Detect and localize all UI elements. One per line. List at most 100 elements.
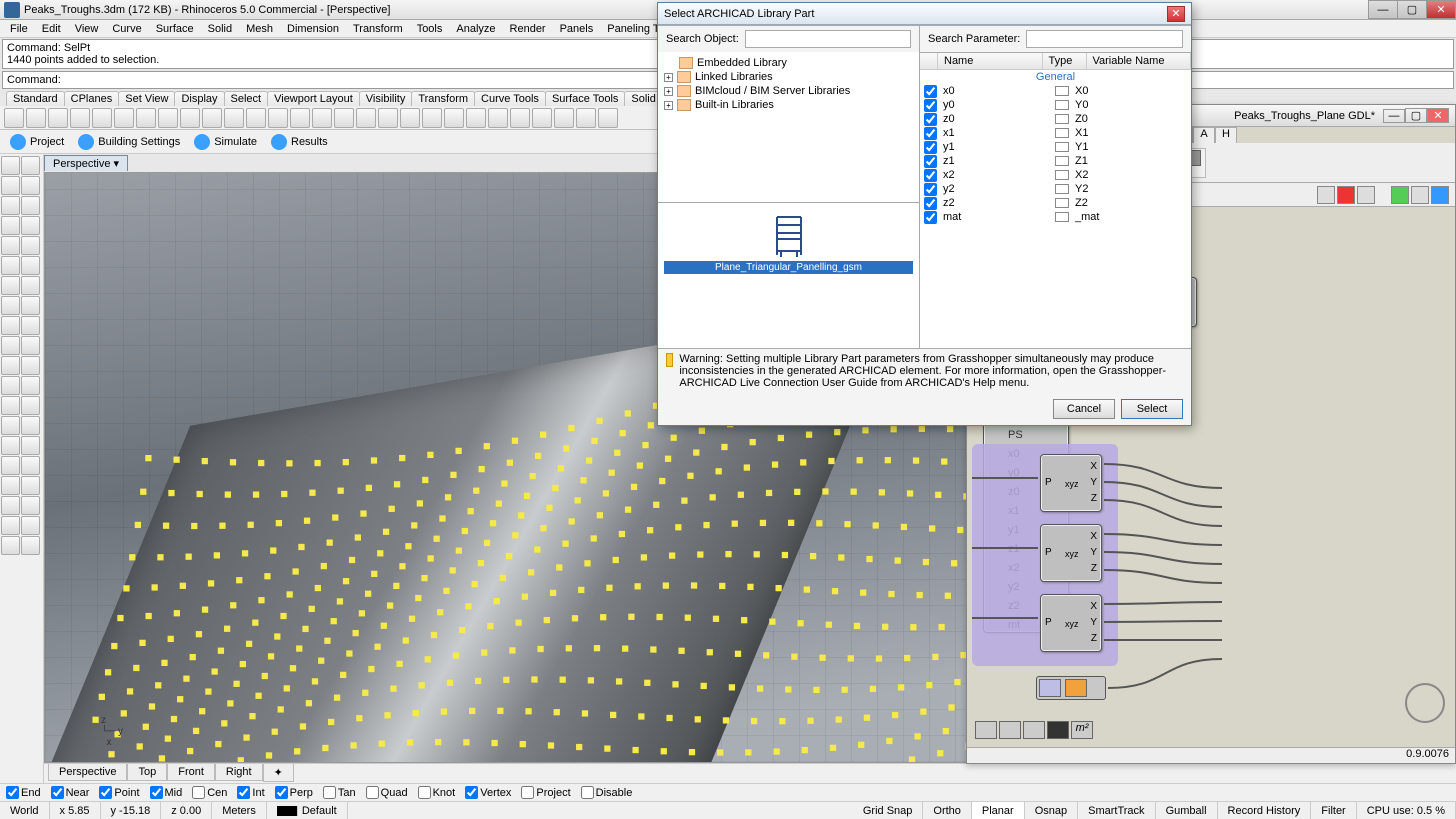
tool-icon[interactable] [21,196,40,215]
param-row[interactable]: y0Y0 [920,98,1191,112]
tool-icon[interactable] [1,396,20,415]
status-toggle[interactable]: CPU use: 0.5 % [1357,802,1456,819]
status-layer[interactable]: Default [267,802,348,819]
select-button[interactable]: Select [1121,399,1183,419]
viewport-tab[interactable]: Perspective ▾ [44,155,128,171]
osnap-mid[interactable]: Mid [150,786,183,799]
toolbar-icon[interactable] [554,108,574,128]
param-row[interactable]: x0X0 [920,84,1191,98]
tree-node[interactable]: +BIMcloud / BIM Server Libraries [664,84,913,98]
menu-view[interactable]: View [69,22,105,36]
param-checkbox[interactable] [924,141,937,154]
filter-tab[interactable]: Visibility [359,91,413,106]
gh-pan-icon[interactable] [999,721,1021,739]
gh-disable-icon[interactable] [1337,186,1355,204]
toolbar-icon[interactable] [356,108,376,128]
osnap-quad[interactable]: Quad [366,786,408,799]
menu-file[interactable]: File [4,22,34,36]
menu-analyze[interactable]: Analyze [450,22,501,36]
tool-icon[interactable] [21,296,40,315]
gh-wire-icon[interactable] [1357,186,1375,204]
archicad-library-dialog[interactable]: Select ARCHICAD Library Part ✕ Search Ob… [657,2,1192,426]
results-button[interactable]: Results [271,134,328,150]
gh-minus-icon[interactable] [1023,721,1045,739]
filter-tab[interactable]: Transform [411,91,475,106]
close-button[interactable]: ✕ [1426,0,1456,19]
toolbar-icon[interactable] [400,108,420,128]
tool-icon[interactable] [1,176,20,195]
status-toggle[interactable]: Filter [1311,802,1356,819]
toolbar-icon[interactable] [246,108,266,128]
tool-icon[interactable] [1,336,20,355]
status-toggle[interactable]: Gumball [1156,802,1218,819]
deconstruct-point-component[interactable]: P xyz X Y Z [1040,594,1102,652]
tool-icon[interactable] [1,256,20,275]
tool-icon[interactable] [21,456,40,475]
menu-transform[interactable]: Transform [347,22,409,36]
toolbar-icon[interactable] [422,108,442,128]
status-toggle[interactable]: Osnap [1025,802,1078,819]
swatch-component[interactable] [1036,676,1106,700]
gh-mesh-icon[interactable] [1411,186,1429,204]
menu-curve[interactable]: Curve [106,22,147,36]
osnap-knot[interactable]: Knot [418,786,456,799]
search-parameter-input[interactable] [1026,30,1183,48]
tool-icon[interactable] [21,416,40,435]
tool-icon[interactable] [1,416,20,435]
gh-tab[interactable]: H [1215,127,1237,143]
tool-icon[interactable] [21,376,40,395]
toolbar-icon[interactable] [290,108,310,128]
library-tree[interactable]: Embedded Library+Linked Libraries+BIMclo… [658,52,919,202]
status-toggle[interactable]: Ortho [923,802,972,819]
param-row[interactable]: z1Z1 [920,154,1191,168]
toolbar-icon[interactable] [70,108,90,128]
tool-icon[interactable] [21,356,40,375]
filter-tab[interactable]: Standard [6,91,65,106]
status-y[interactable]: y -15.18 [101,802,162,819]
tree-node[interactable]: +Built-in Libraries [664,98,913,112]
menu-panels[interactable]: Panels [554,22,600,36]
osnap-cen[interactable]: Cen [192,786,227,799]
filter-tab[interactable]: Surface Tools [545,91,625,106]
param-row[interactable]: y2Y2 [920,182,1191,196]
osnap-vertex[interactable]: Vertex [465,786,511,799]
viewport-tab-✦[interactable]: ✦ [263,764,294,782]
status-toggle[interactable]: SmartTrack [1078,802,1155,819]
status-units[interactable]: Meters [212,802,267,819]
gh-tab[interactable]: A [1193,127,1215,143]
status-toggle[interactable]: Grid Snap [853,802,924,819]
tool-icon[interactable] [21,316,40,335]
tree-node[interactable]: Embedded Library [664,56,913,70]
filter-tab[interactable]: CPlanes [64,91,120,106]
status-toggle[interactable]: Planar [972,802,1025,819]
toolbar-icon[interactable] [136,108,156,128]
filter-tab[interactable]: Display [174,91,224,106]
status-z[interactable]: z 0.00 [161,802,212,819]
status-toggle[interactable]: Record History [1218,802,1312,819]
tool-icon[interactable] [1,276,20,295]
col-name[interactable]: Name [938,53,1043,69]
menu-mesh[interactable]: Mesh [240,22,279,36]
menu-surface[interactable]: Surface [150,22,200,36]
toolbar-icon[interactable] [114,108,134,128]
param-row[interactable]: y1Y1 [920,140,1191,154]
tool-icon[interactable] [1,156,20,175]
tool-icon[interactable] [1,476,20,495]
toolbar-icon[interactable] [224,108,244,128]
toolbar-icon[interactable] [488,108,508,128]
tool-icon[interactable] [1,376,20,395]
tool-icon[interactable] [21,276,40,295]
toolbar-icon[interactable] [312,108,332,128]
toolbar-icon[interactable] [202,108,222,128]
menu-tools[interactable]: Tools [411,22,449,36]
param-checkbox[interactable] [924,197,937,210]
tool-icon[interactable] [21,336,40,355]
dialog-titlebar[interactable]: Select ARCHICAD Library Part ✕ [658,3,1191,25]
tool-icon[interactable] [21,156,40,175]
param-row[interactable]: z0Z0 [920,112,1191,126]
param-row[interactable]: x2X2 [920,168,1191,182]
library-preview[interactable]: Plane_Triangular_Panelling_gsm [658,202,919,348]
maximize-button[interactable]: ▢ [1397,0,1427,19]
param-checkbox[interactable] [924,127,937,140]
search-object-input[interactable] [745,30,911,48]
